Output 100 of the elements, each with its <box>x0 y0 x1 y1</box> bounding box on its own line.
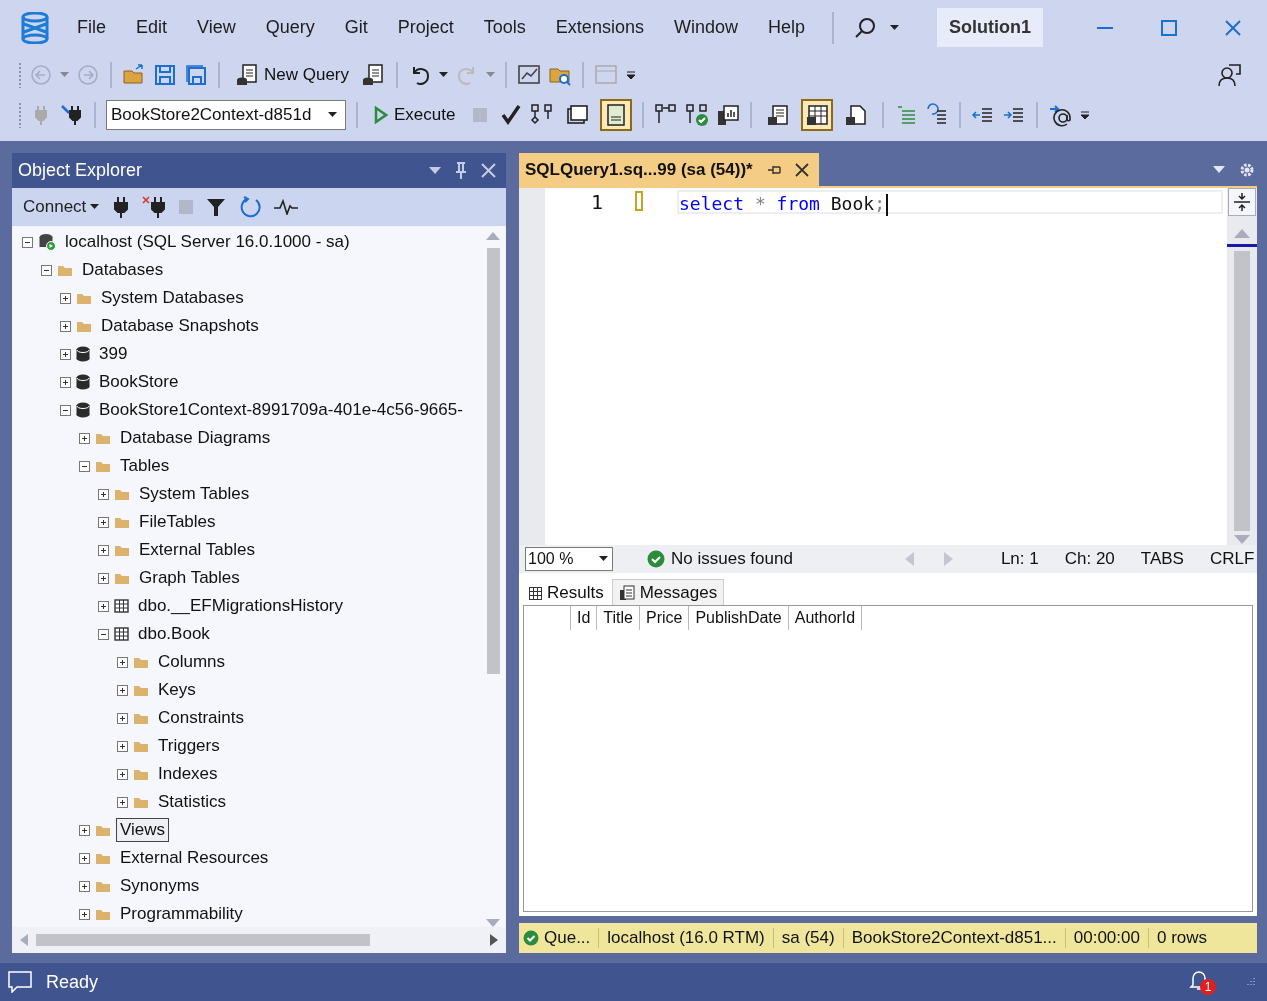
tree-item[interactable]: External Resources <box>116 846 273 870</box>
notification-bell-icon[interactable] <box>1189 969 1209 991</box>
results-tab[interactable]: Messages <box>611 579 725 605</box>
tree-item[interactable]: dbo.Book <box>134 622 214 646</box>
expand-icon[interactable] <box>79 908 90 920</box>
tree-item[interactable]: Database Snapshots <box>97 314 263 338</box>
menu-item[interactable]: Edit <box>121 17 183 38</box>
column-header[interactable]: Id <box>571 606 598 630</box>
menu-item[interactable]: Window <box>658 17 753 38</box>
expand-icon[interactable] <box>98 488 109 500</box>
open-folder-icon[interactable] <box>122 63 146 87</box>
column-header[interactable]: Title <box>597 606 640 630</box>
tree-item[interactable]: System Tables <box>135 482 254 506</box>
maximize-icon[interactable] <box>1161 19 1177 36</box>
tree-item[interactable]: FileTables <box>135 510 220 534</box>
execute-button[interactable]: Execute <box>368 102 462 128</box>
new-query-button[interactable]: New Query <box>230 60 356 90</box>
overflow-icon[interactable] <box>625 69 638 81</box>
pin-icon[interactable] <box>766 163 781 176</box>
query-plan-check-icon[interactable] <box>685 103 710 127</box>
tree-item[interactable]: localhost (SQL Server 16.0.1000 - sa) <box>61 230 354 254</box>
expand-icon[interactable] <box>60 376 71 388</box>
expand-icon[interactable] <box>79 824 90 836</box>
expand-icon[interactable] <box>98 572 109 584</box>
tree-item[interactable]: BookStore <box>95 370 183 394</box>
expand-icon[interactable] <box>117 712 128 724</box>
disconnect-icon[interactable] <box>142 196 167 218</box>
expand-icon[interactable] <box>117 656 128 668</box>
tree-item[interactable]: Synonyms <box>116 874 204 898</box>
splitter-button[interactable] <box>1228 188 1256 216</box>
tree-item[interactable]: Triggers <box>154 734 224 758</box>
collapse-icon[interactable] <box>98 628 109 640</box>
tree-item[interactable]: Constraints <box>154 706 248 730</box>
database-dropdown[interactable]: BookStore2Context-d851d <box>106 100 346 130</box>
expand-icon[interactable] <box>79 432 90 444</box>
statistics-icon[interactable] <box>716 103 741 127</box>
expand-icon[interactable] <box>98 516 109 528</box>
tree-item[interactable]: Views <box>116 818 170 842</box>
menu-item[interactable]: Help <box>752 17 820 38</box>
menu-item[interactable]: View <box>182 17 251 38</box>
tree-item[interactable]: 399 <box>95 342 132 366</box>
activity-icon[interactable] <box>274 199 299 215</box>
feedback-icon[interactable] <box>1217 63 1241 87</box>
tree-item[interactable]: BookStore1Context-8991709a-401e-4c56-9665- <box>95 398 467 422</box>
column-header[interactable]: PublishDate <box>689 606 789 630</box>
expand-icon[interactable] <box>117 796 128 808</box>
query-plan-icon[interactable] <box>530 103 555 127</box>
caret-icon[interactable] <box>90 204 100 210</box>
tree-item[interactable]: dbo.__EFMigrationsHistory <box>134 594 348 618</box>
dropdown-icon[interactable] <box>429 166 441 175</box>
plug-icon[interactable] <box>113 196 130 218</box>
save-icon[interactable] <box>153 63 177 87</box>
specify-values-icon[interactable] <box>1048 103 1073 127</box>
tree-item[interactable]: Indexes <box>154 762 222 786</box>
expand-icon[interactable] <box>117 684 128 696</box>
expand-icon[interactable] <box>117 740 128 752</box>
collapse-icon[interactable] <box>41 264 52 276</box>
menu-item[interactable]: Project <box>382 17 469 38</box>
tree-item[interactable]: Keys <box>154 678 200 702</box>
tree-item[interactable]: Statistics <box>154 790 231 814</box>
caret-icon[interactable] <box>890 24 899 31</box>
search-icon[interactable] <box>854 16 876 39</box>
zoom-dropdown[interactable]: 100 % <box>525 547 613 571</box>
collapse-icon[interactable] <box>79 460 90 472</box>
tree-item[interactable]: Tables <box>116 454 174 478</box>
scroll-right-icon[interactable] <box>490 934 498 946</box>
scrollbar-thumb[interactable] <box>1234 251 1250 531</box>
connect-button[interactable]: Connect <box>22 195 101 219</box>
caret-icon[interactable] <box>439 72 449 78</box>
settings-icon[interactable] <box>1239 161 1255 178</box>
menu-item[interactable]: Query <box>250 17 330 38</box>
caret-icon[interactable] <box>599 556 608 562</box>
expand-icon[interactable] <box>79 852 90 864</box>
column-header[interactable]: AuthorId <box>788 606 863 630</box>
expand-icon[interactable] <box>60 320 71 332</box>
document-tab[interactable]: SQLQuery1.sq...99 (sa (54))* <box>519 153 819 186</box>
menu-item[interactable]: Tools <box>468 17 541 38</box>
close-icon[interactable] <box>794 162 809 177</box>
tree-item[interactable]: Graph Tables <box>135 566 244 590</box>
dropdown-icon[interactable] <box>1213 165 1225 174</box>
expand-icon[interactable] <box>98 600 109 612</box>
tree-item[interactable]: Database Diagrams <box>116 426 275 450</box>
tree-item[interactable]: Databases <box>78 258 168 282</box>
caret-icon[interactable] <box>328 112 337 118</box>
expand-icon[interactable] <box>79 880 90 892</box>
chart-window-icon[interactable] <box>517 63 542 87</box>
tree-item[interactable]: Columns <box>154 650 230 674</box>
tree-item[interactable]: External Tables <box>135 538 259 562</box>
menu-item[interactable]: Git <box>329 17 383 38</box>
plug-edit-icon[interactable] <box>60 103 84 127</box>
expand-icon[interactable] <box>60 348 71 360</box>
toggle-button[interactable] <box>600 99 633 131</box>
expand-icon[interactable] <box>60 292 71 304</box>
scrollbar-thumb[interactable] <box>36 934 370 946</box>
collapse-icon[interactable] <box>60 404 71 416</box>
scrollbar-thumb[interactable] <box>486 248 500 674</box>
menu-item[interactable]: Extensions <box>540 17 659 38</box>
column-header[interactable]: Price <box>640 606 690 630</box>
menu-item[interactable]: File <box>62 17 121 38</box>
comment-icon[interactable] <box>8 971 32 993</box>
